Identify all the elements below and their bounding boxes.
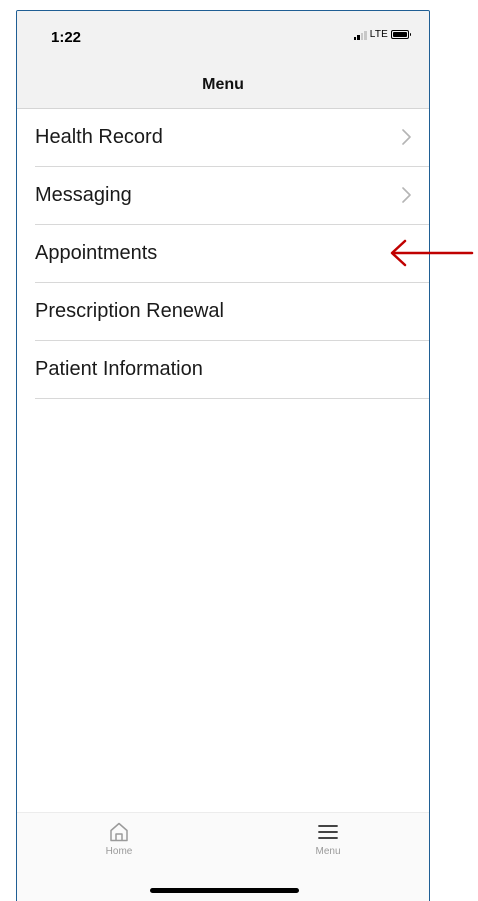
phone-screen: 1:22 LTE Menu Health Record Messaging Ap… xyxy=(16,10,430,901)
status-indicators: LTE xyxy=(353,29,411,40)
page-title: Menu xyxy=(202,76,244,93)
menu-list: Health Record Messaging Appointments Pre… xyxy=(17,109,429,399)
network-type: LTE xyxy=(369,29,388,40)
home-indicator xyxy=(150,888,299,893)
menu-item-messaging[interactable]: Messaging xyxy=(35,167,429,225)
menu-item-label: Health Record xyxy=(35,126,163,148)
tab-bar: Home Menu xyxy=(17,812,429,901)
menu-item-health-record[interactable]: Health Record xyxy=(35,109,429,167)
menu-item-label: Appointments xyxy=(35,242,158,264)
menu-item-prescription-renewal[interactable]: Prescription Renewal xyxy=(35,283,429,341)
home-icon xyxy=(110,822,128,842)
left-arrow-icon xyxy=(390,239,474,267)
tab-menu[interactable]: Menu xyxy=(268,821,388,871)
menu-item-patient-information[interactable]: Patient Information xyxy=(35,341,429,399)
menu-item-label: Messaging xyxy=(35,184,132,206)
menu-item-label: Patient Information xyxy=(35,358,203,380)
status-time: 1:22 xyxy=(51,29,82,46)
battery-icon xyxy=(391,30,411,39)
hamburger-menu-icon xyxy=(318,825,338,839)
tab-home[interactable]: Home xyxy=(59,821,179,871)
chevron-right-icon xyxy=(402,129,411,145)
chevron-right-icon xyxy=(402,187,411,203)
tab-home-label: Home xyxy=(105,846,133,857)
header-bar: 1:22 LTE Menu xyxy=(17,11,429,109)
menu-item-appointments[interactable]: Appointments xyxy=(35,225,429,283)
signal-icon xyxy=(353,30,367,40)
menu-item-label: Prescription Renewal xyxy=(35,300,224,322)
tab-menu-label: Menu xyxy=(315,846,341,857)
